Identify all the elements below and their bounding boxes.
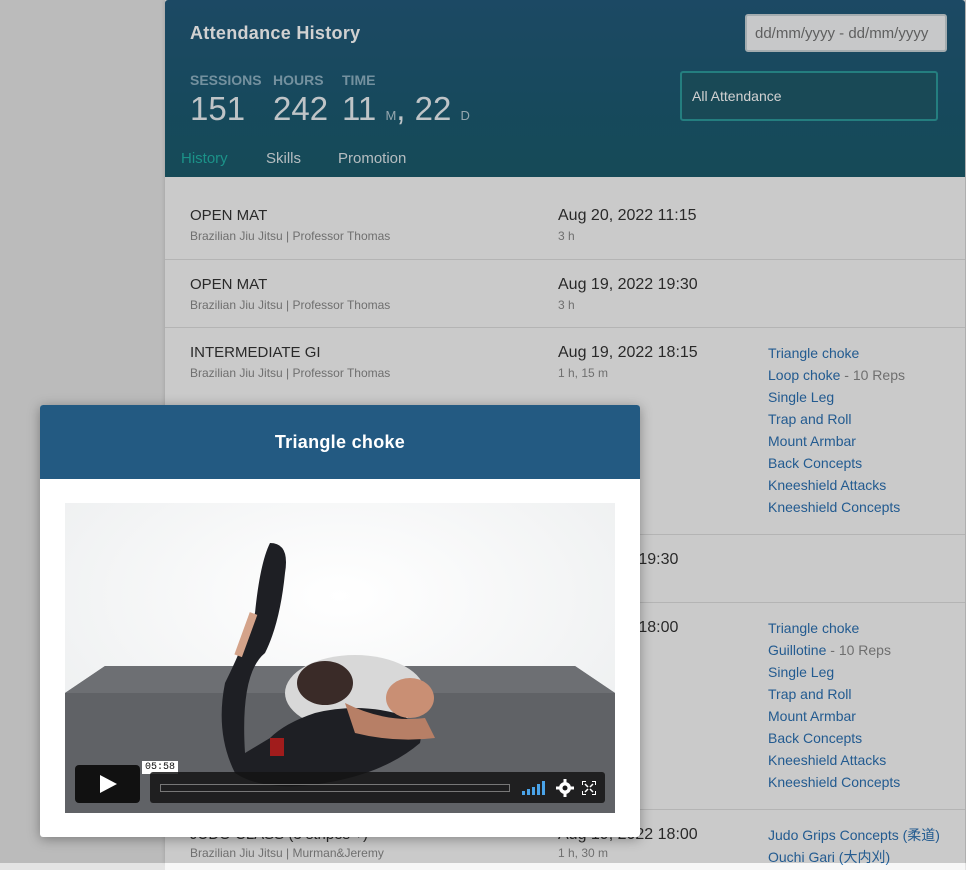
- play-button[interactable]: [75, 765, 140, 803]
- video-progress-bar[interactable]: [160, 784, 510, 792]
- video-player[interactable]: 05:58: [65, 503, 615, 813]
- modal-title: Triangle choke: [40, 405, 640, 479]
- video-controls: [150, 772, 605, 803]
- fullscreen-icon[interactable]: [582, 781, 596, 795]
- skill-video-modal: Triangle choke 05:58: [40, 405, 640, 837]
- play-icon: [100, 775, 117, 793]
- volume-icon[interactable]: [522, 781, 546, 795]
- settings-gear-icon[interactable]: [556, 779, 574, 797]
